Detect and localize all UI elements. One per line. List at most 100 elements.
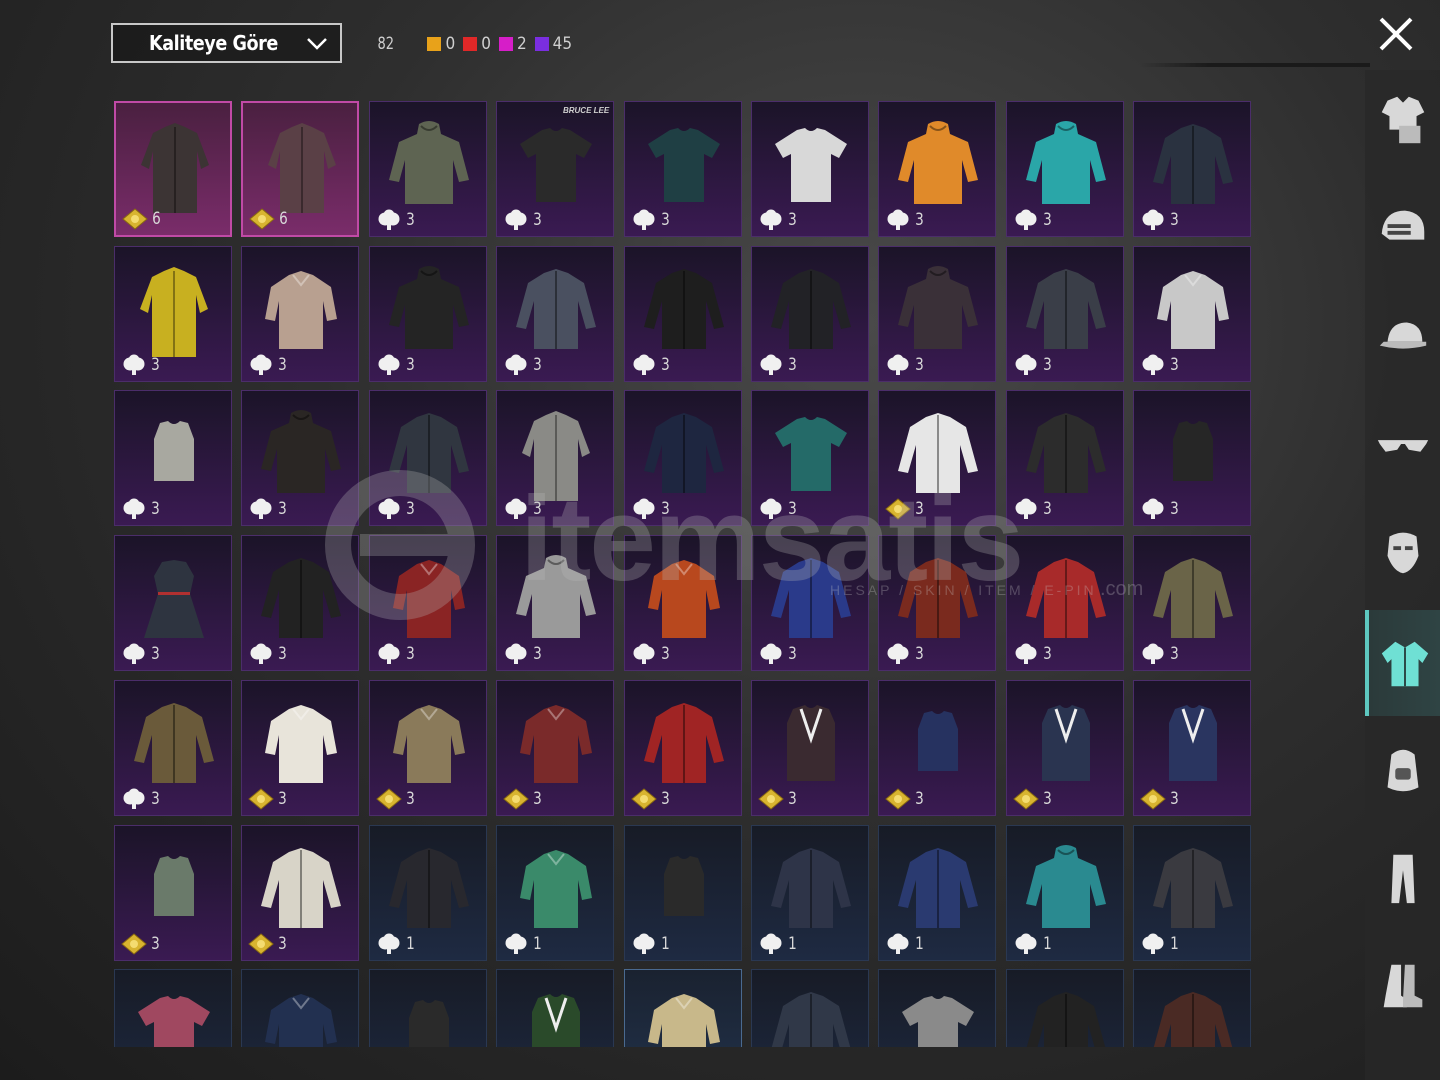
- item-count-value: 3: [278, 788, 288, 809]
- jacket-icon: [388, 413, 469, 494]
- item-count-value: 3: [278, 499, 288, 520]
- item-card[interactable]: [496, 969, 615, 1047]
- category-shoes[interactable]: [1365, 946, 1440, 1026]
- category-backpack[interactable]: [1365, 730, 1440, 810]
- item-count: 3: [885, 209, 925, 231]
- item-card[interactable]: 3: [751, 679, 869, 816]
- item-card[interactable]: 3: [368, 679, 487, 816]
- item-card[interactable]: 3: [1133, 245, 1252, 382]
- item-card[interactable]: [623, 969, 742, 1047]
- item-card[interactable]: 3: [241, 390, 360, 527]
- tshirt-icon: [775, 417, 847, 492]
- item-card[interactable]: 3: [241, 535, 360, 672]
- item-card[interactable]: 3: [623, 535, 742, 672]
- item-card[interactable]: 3: [623, 101, 742, 237]
- item-card[interactable]: 3: [241, 679, 360, 816]
- item-card[interactable]: 3: [878, 390, 997, 527]
- item-card[interactable]: 3: [1133, 390, 1252, 527]
- category-top[interactable]: [1365, 610, 1440, 716]
- item-count-value: 3: [1042, 354, 1052, 375]
- item-card[interactable]: 3: [1005, 390, 1124, 527]
- sort-dropdown[interactable]: Kaliteye Göre: [111, 23, 342, 63]
- item-card[interactable]: 3: [1005, 679, 1124, 816]
- item-card[interactable]: 3: [1005, 101, 1124, 237]
- shirt-icon: [520, 849, 593, 928]
- item-card[interactable]: 3: [878, 101, 997, 237]
- item-count-value: 3: [915, 499, 925, 520]
- item-card[interactable]: 3: [241, 824, 360, 961]
- item-card[interactable]: 3: [1005, 535, 1124, 672]
- item-card[interactable]: [751, 969, 869, 1047]
- jacket-icon: [898, 558, 979, 639]
- cloth-coin-icon: [633, 209, 655, 230]
- item-card[interactable]: 1: [1005, 824, 1124, 961]
- item-card[interactable]: 1: [623, 824, 742, 961]
- item-card[interactable]: [368, 969, 487, 1047]
- item-card[interactable]: 3: [751, 101, 869, 237]
- item-count-value: 3: [1042, 788, 1052, 809]
- item-count: 3: [121, 932, 161, 955]
- item-card[interactable]: 3: [114, 824, 232, 961]
- cloth-coin-icon: [760, 933, 782, 954]
- item-count-value: 3: [151, 354, 160, 375]
- category-outfit[interactable]: [1365, 80, 1440, 160]
- item-card[interactable]: 1: [1133, 824, 1252, 961]
- item-card[interactable]: 3: [751, 245, 869, 382]
- close-icon[interactable]: [1376, 14, 1416, 54]
- item-card[interactable]: 3: [496, 679, 615, 816]
- item-card[interactable]: [114, 969, 232, 1047]
- item-card[interactable]: 3: [1133, 101, 1252, 237]
- item-card[interactable]: 1: [368, 824, 487, 961]
- category-eyewear[interactable]: [1365, 404, 1440, 484]
- item-card[interactable]: 1: [496, 824, 615, 961]
- item-card[interactable]: 3: [114, 679, 232, 816]
- item-card[interactable]: 3: [1005, 245, 1124, 382]
- item-card[interactable]: 3: [623, 679, 742, 816]
- cloth-coin-icon: [760, 209, 782, 230]
- item-card[interactable]: [241, 969, 360, 1047]
- item-card[interactable]: 3: [751, 390, 869, 527]
- item-card[interactable]: 3: [1133, 679, 1252, 816]
- item-card[interactable]: 3: [368, 535, 487, 672]
- item-card[interactable]: 3: [114, 390, 232, 527]
- item-card[interactable]: [1005, 969, 1124, 1047]
- category-head[interactable]: [1365, 188, 1440, 268]
- cloth-coin-icon: [1015, 933, 1037, 954]
- item-card[interactable]: [1133, 969, 1252, 1047]
- category-mask[interactable]: [1365, 512, 1440, 592]
- item-card[interactable]: 3: [368, 245, 487, 382]
- item-card[interactable]: 3: [114, 245, 232, 382]
- item-card[interactable]: 3: [368, 390, 487, 527]
- item-card[interactable]: 6: [114, 101, 232, 237]
- gold-coupon-icon: [376, 788, 402, 810]
- item-card[interactable]: 3: [241, 245, 360, 382]
- item-card[interactable]: 1: [878, 824, 997, 961]
- epic-square-icon: [498, 37, 513, 51]
- jacket-icon: [643, 268, 724, 349]
- item-card[interactable]: 1: [751, 824, 869, 961]
- item-card[interactable]: 3: [623, 245, 742, 382]
- item-card[interactable]: 3: [878, 679, 997, 816]
- item-card[interactable]: 3: [751, 535, 869, 672]
- item-card[interactable]: 3: [623, 390, 742, 527]
- item-card[interactable]: 3: [368, 101, 487, 237]
- item-card[interactable]: 3: [114, 535, 232, 672]
- item-card[interactable]: [878, 969, 997, 1047]
- item-card[interactable]: 6: [241, 101, 360, 237]
- category-pants[interactable]: [1365, 838, 1440, 918]
- item-card[interactable]: 3: [878, 245, 997, 382]
- hoodie-icon: [388, 265, 469, 349]
- item-card[interactable]: 3: [496, 535, 615, 672]
- item-count: 3: [885, 643, 925, 665]
- coat-icon: [141, 123, 209, 213]
- item-card[interactable]: BRUCE LEE 3: [496, 101, 615, 237]
- item-card[interactable]: 3: [496, 390, 615, 527]
- item-count: 3: [248, 354, 288, 376]
- item-card[interactable]: 3: [878, 535, 997, 672]
- item-card[interactable]: 3: [1133, 535, 1252, 672]
- category-hat[interactable]: [1365, 296, 1440, 376]
- item-count: 1: [758, 933, 798, 955]
- item-card[interactable]: 3: [496, 245, 615, 382]
- outfit-icon: [1381, 96, 1424, 144]
- shirt-icon: [392, 704, 465, 783]
